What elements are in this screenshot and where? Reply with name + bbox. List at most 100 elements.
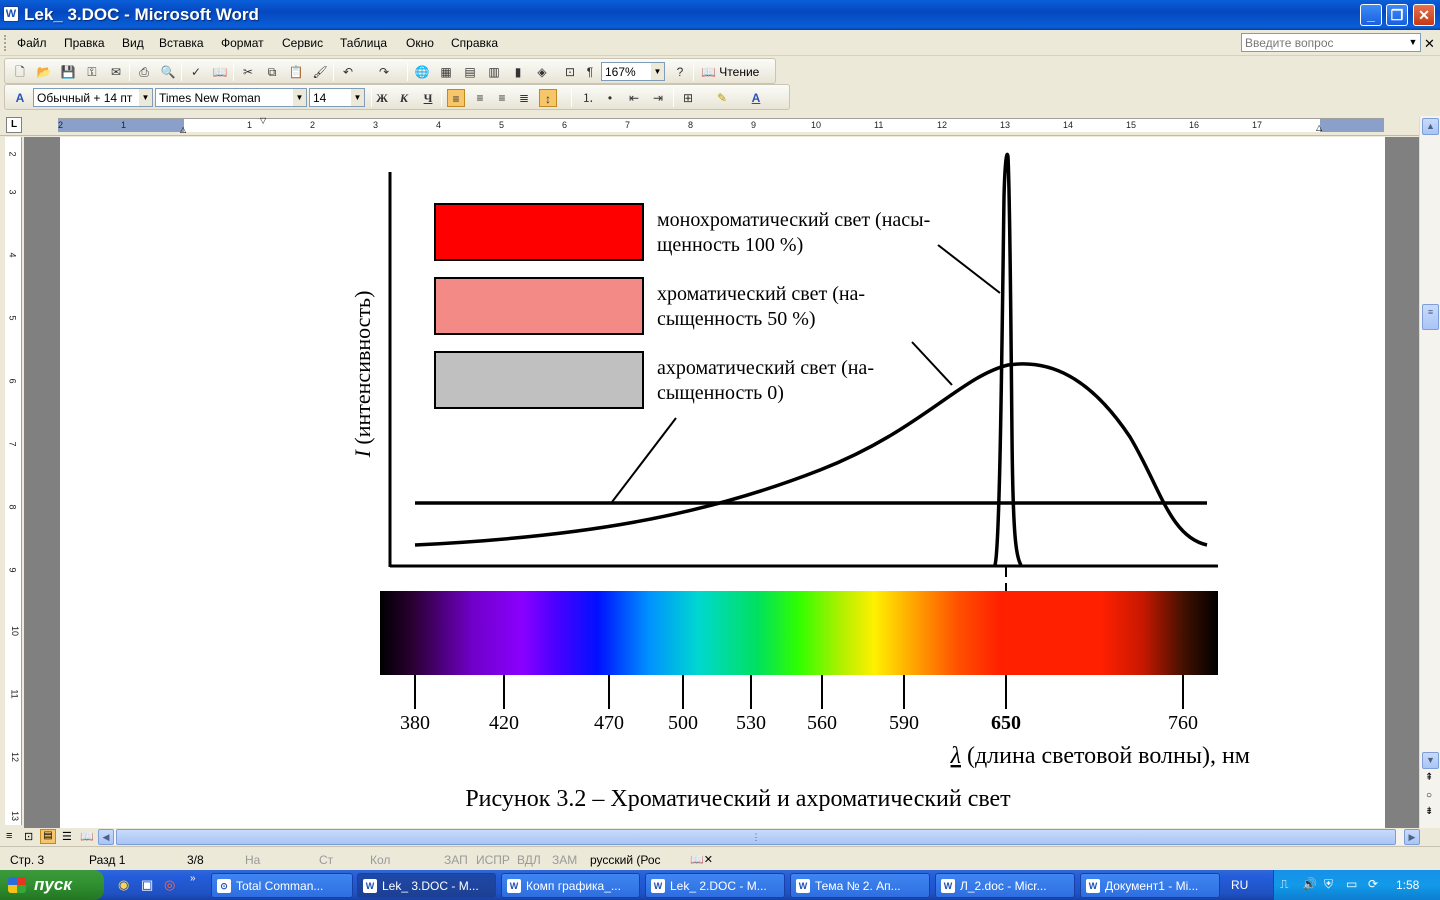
font-select[interactable]: Times New Roman ▼ bbox=[155, 88, 307, 107]
ask-question-input[interactable]: Введите вопрос ▼ bbox=[1241, 33, 1421, 52]
cut-icon[interactable]: ✂ bbox=[239, 63, 257, 81]
quicklaunch-expand-icon[interactable]: » bbox=[190, 873, 196, 884]
status-rec[interactable]: ЗАП bbox=[444, 853, 468, 867]
zoom-select[interactable]: 167% ▼ bbox=[601, 62, 665, 81]
spelling-status-icon[interactable]: 📖✕ bbox=[690, 853, 713, 866]
print-layout-icon[interactable]: ▤ bbox=[40, 829, 56, 844]
horizontal-scrollbar[interactable]: ◀ ⋮ ▶ bbox=[98, 829, 1420, 845]
redo-icon[interactable]: ↷ bbox=[375, 63, 393, 81]
menu-file[interactable]: Файл bbox=[17, 36, 47, 50]
task-total-commander[interactable]: ⊙ Total Comman... bbox=[211, 873, 353, 898]
save-icon[interactable]: 💾 bbox=[59, 63, 77, 81]
word-doc-icon[interactable]: W bbox=[3, 6, 19, 22]
menu-tools[interactable]: Сервис bbox=[282, 36, 323, 50]
print-icon[interactable]: ⎙ bbox=[135, 63, 153, 81]
task-document1[interactable]: W Документ1 - Mi... bbox=[1080, 873, 1220, 898]
horizontal-ruler[interactable]: 2 1 1 2 3 4 5 6 7 8 9 10 11 12 13 14 15 … bbox=[58, 116, 1384, 134]
vertical-scrollbar[interactable]: ▲ ≡ ▼ ⇞ ○ ⇟ bbox=[1419, 116, 1440, 828]
status-trk[interactable]: ИСПР bbox=[476, 853, 510, 867]
quicklaunch-opera-icon[interactable]: ◎ bbox=[164, 877, 175, 893]
scroll-thumb-horizontal[interactable]: ⋮ bbox=[116, 829, 1396, 845]
align-center-icon[interactable]: ≡ bbox=[471, 89, 489, 107]
scroll-left-button[interactable]: ◀ bbox=[98, 829, 114, 845]
print-preview-icon[interactable]: 🔍 bbox=[159, 63, 177, 81]
justify-icon[interactable]: ≣ bbox=[515, 89, 533, 107]
highlight-icon[interactable]: ✎ bbox=[713, 89, 731, 107]
start-button[interactable]: пуск bbox=[0, 870, 104, 900]
web-view-icon[interactable]: ⊡ bbox=[24, 830, 33, 843]
status-ext[interactable]: ВДЛ bbox=[517, 853, 541, 867]
tab-selector[interactable]: L bbox=[6, 117, 22, 133]
tables-borders-icon[interactable]: ▦ bbox=[437, 63, 455, 81]
help-icon[interactable]: ? bbox=[671, 63, 689, 81]
right-indent-marker[interactable]: △ bbox=[1316, 123, 1322, 132]
task-lek2-word[interactable]: W Lek_ 2.DOC - M... bbox=[645, 873, 785, 898]
font-color-icon[interactable]: A bbox=[747, 89, 765, 107]
columns-icon[interactable]: ▮ bbox=[509, 63, 527, 81]
speaker-icon[interactable]: 🔊 bbox=[1302, 877, 1317, 891]
hyperlink-icon[interactable]: 🌐 bbox=[413, 63, 431, 81]
drawing-icon[interactable]: ◈ bbox=[533, 63, 551, 81]
reading-view-icon[interactable]: 📖 bbox=[80, 830, 94, 843]
task-lek3-word[interactable]: W Lek_ 3.DOC - M... bbox=[357, 873, 496, 898]
chevron-down-icon[interactable]: ▼ bbox=[1406, 34, 1420, 51]
prev-page-icon[interactable]: ⇞ bbox=[1425, 772, 1433, 783]
browse-object-icon[interactable]: ○ bbox=[1426, 790, 1432, 801]
research-icon[interactable]: 📖 bbox=[211, 63, 229, 81]
first-line-indent-marker[interactable]: ▽ bbox=[260, 116, 266, 125]
left-indent-marker[interactable]: △ bbox=[180, 125, 186, 134]
close-document-icon[interactable]: ✕ bbox=[1424, 36, 1435, 52]
task-komp-grafika[interactable]: W Комп графика_... bbox=[501, 873, 640, 898]
spelling-icon[interactable]: ✓ bbox=[187, 63, 205, 81]
insert-table-icon[interactable]: ▤ bbox=[461, 63, 479, 81]
document-map-icon[interactable]: ⊡ bbox=[561, 63, 579, 81]
menu-help[interactable]: Справка bbox=[451, 36, 498, 50]
new-document-icon[interactable]: 🗋 bbox=[11, 63, 29, 81]
scroll-thumb[interactable]: ≡ bbox=[1422, 304, 1439, 330]
scroll-down-button[interactable]: ▼ bbox=[1422, 752, 1439, 769]
menu-table[interactable]: Таблица bbox=[340, 36, 387, 50]
status-ovr[interactable]: ЗАМ bbox=[552, 853, 577, 867]
bold-button[interactable]: Ж bbox=[373, 89, 391, 107]
menu-insert[interactable]: Вставка bbox=[159, 36, 204, 50]
quicklaunch-avast-icon[interactable]: ◉ bbox=[118, 877, 129, 893]
update-icon[interactable]: ⟳ bbox=[1368, 877, 1378, 891]
copy-icon[interactable]: ⧉ bbox=[263, 63, 281, 81]
bullets-icon[interactable]: • bbox=[601, 89, 619, 107]
format-painter-icon[interactable]: 🖌 bbox=[311, 63, 329, 81]
antivirus-icon[interactable]: ⛨ bbox=[1324, 877, 1333, 892]
menu-edit[interactable]: Правка bbox=[64, 36, 105, 50]
align-left-icon[interactable]: ≡ bbox=[447, 89, 465, 107]
toolbar-grip[interactable] bbox=[4, 35, 7, 51]
normal-view-icon[interactable]: ≡ bbox=[6, 830, 12, 842]
underline-button[interactable]: Ч bbox=[419, 89, 437, 107]
maximize-button[interactable]: ❐ bbox=[1386, 4, 1408, 26]
style-select[interactable]: Обычный + 14 пт ▼ bbox=[33, 88, 153, 107]
permission-icon[interactable]: ⚿ bbox=[83, 63, 101, 81]
numbering-icon[interactable]: ⒈ bbox=[579, 89, 597, 107]
monitor-icon[interactable]: ▭ bbox=[1346, 877, 1357, 891]
borders-icon[interactable]: ⊞ bbox=[679, 89, 697, 107]
chevron-down-icon[interactable]: ▼ bbox=[651, 63, 664, 80]
styles-pane-icon[interactable]: A bbox=[11, 89, 29, 107]
network-icon[interactable]: ⎍ bbox=[1280, 877, 1288, 892]
italic-button[interactable]: К bbox=[395, 89, 413, 107]
chevron-down-icon[interactable]: ▼ bbox=[351, 89, 364, 106]
quicklaunch-desktop-icon[interactable]: ▣ bbox=[141, 877, 153, 893]
email-icon[interactable]: ✉ bbox=[107, 63, 125, 81]
align-right-icon[interactable]: ≡ bbox=[493, 89, 511, 107]
menu-view[interactable]: Вид bbox=[122, 36, 144, 50]
decrease-indent-icon[interactable]: ⇤ bbox=[625, 89, 643, 107]
menu-format[interactable]: Формат bbox=[221, 36, 264, 50]
menu-window[interactable]: Окно bbox=[406, 36, 434, 50]
task-tema-2[interactable]: W Тема № 2. Ап... bbox=[790, 873, 930, 898]
insert-excel-icon[interactable]: ▥ bbox=[485, 63, 503, 81]
scroll-right-button[interactable]: ▶ bbox=[1404, 829, 1420, 845]
chevron-down-icon[interactable]: ▼ bbox=[139, 89, 152, 106]
close-button[interactable]: ✕ bbox=[1413, 4, 1435, 26]
undo-icon[interactable]: ↶ bbox=[339, 63, 357, 81]
reading-mode-button[interactable]: 📖 Чтение bbox=[701, 65, 759, 79]
outline-view-icon[interactable]: ☰ bbox=[62, 830, 72, 843]
increase-indent-icon[interactable]: ⇥ bbox=[649, 89, 667, 107]
font-size-select[interactable]: 14 ▼ bbox=[309, 88, 365, 107]
